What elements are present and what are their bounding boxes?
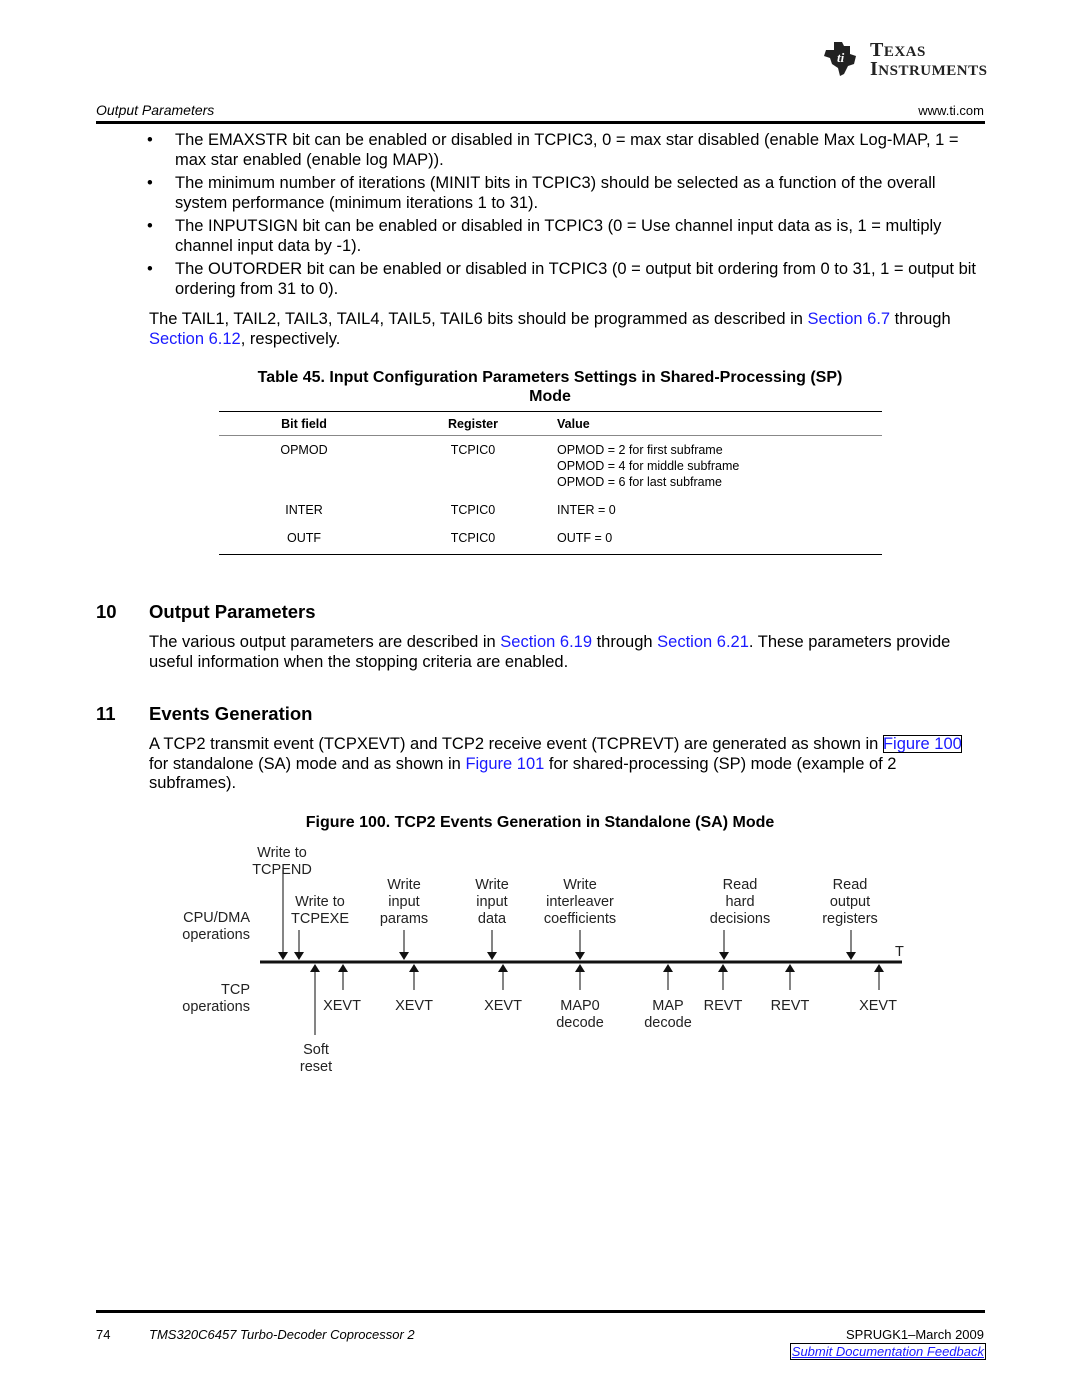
arrow-up-icon (409, 964, 419, 972)
tcp-event-label: XEVT (859, 998, 897, 1014)
arrow-down-icon (278, 952, 288, 960)
bullet-icon: • (147, 217, 153, 235)
cpu-event-label: Write interleaver coefficients (543, 877, 617, 927)
running-header-url[interactable]: www.ti.com (918, 103, 984, 118)
link-figure-100[interactable]: Figure 100 (882, 735, 962, 753)
arrow-down-icon (719, 952, 729, 960)
footer-rule (96, 1310, 985, 1313)
header-rule (96, 121, 985, 124)
tail-paragraph: The TAIL1, TAIL2, TAIL3, TAIL4, TAIL5, T… (149, 310, 951, 348)
bullet-icon: • (147, 174, 153, 192)
arrow-down-icon (399, 952, 409, 960)
bullet-item: • The OUTORDER bit can be enabled or disa… (147, 260, 976, 298)
tcp-row-label: TCP operations (182, 982, 250, 1015)
cpu-event-label: Read hard decisions (709, 877, 771, 927)
table-title: Table 45. Input Configuration Parameters… (257, 369, 843, 405)
section10-paragraph: The various output parameters are descri… (149, 633, 951, 671)
cpu-event-label: Read output registers (822, 877, 878, 927)
bullet-item: • The EMAXSTR bit can be enabled or disab… (147, 131, 959, 169)
bullet-icon: • (147, 131, 153, 149)
ti-logo: ti TEXAS INSTRUMENTS (820, 38, 990, 82)
bullet-item: • The INPUTSIGN bit can be enabled or dis… (147, 217, 942, 255)
cpu-row-label: CPU/DMA operations (182, 910, 250, 943)
bullet-item: • The minimum number of iterations (MINIT… (147, 174, 936, 212)
arrow-up-icon (575, 964, 585, 972)
page-number: 74 (96, 1327, 111, 1342)
arrow-down-icon (294, 952, 304, 960)
arrow-down-icon (487, 952, 497, 960)
brand-line2: INSTRUMENTS (870, 58, 988, 80)
arrow-up-icon (874, 964, 884, 972)
arrow-up-icon (785, 964, 795, 972)
time-axis-label: T (895, 944, 904, 960)
brand-line1: TEXAS (870, 39, 926, 61)
link-section-6-12[interactable]: Section 6.12 (149, 330, 241, 348)
table-row: OUTF TCPIC0 OUTF = 0 (219, 524, 882, 555)
arrow-up-icon (663, 964, 673, 972)
link-section-6-7[interactable]: Section 6.7 (808, 310, 891, 328)
bullet-icon: • (147, 260, 153, 278)
cpu-event-label: Write to TCPEND (252, 845, 312, 878)
svg-text:ti: ti (837, 50, 845, 65)
col-header-bit-field: Bit field (219, 411, 389, 436)
footer-doc-id: SPRUGK1–March 2009 (845, 1327, 984, 1342)
arrow-up-icon (718, 964, 728, 972)
submit-feedback-link[interactable]: Submit Documentation Feedback (789, 1343, 987, 1360)
link-section-6-21[interactable]: Section 6.21 (657, 633, 749, 651)
ti-map-icon: ti (824, 42, 856, 76)
table-row: INTER TCPIC0 INTER = 0 (285, 503, 616, 517)
config-table: Bit field Register Value OPMOD TCPIC0 OP… (219, 411, 882, 555)
col-header-register: Register (389, 411, 557, 436)
arrow-up-icon (498, 964, 508, 972)
bullet-list: • The EMAXSTR bit can be enabled or disab… (147, 131, 977, 303)
tcp-event-label: Soft reset (299, 1042, 333, 1075)
arrow-up-icon (310, 964, 320, 972)
col-header-value: Value (557, 411, 882, 436)
arrow-down-icon (575, 952, 585, 960)
events-timing-diagram: CPU/DMA operations TCP operations T Write … (160, 840, 920, 1090)
figure-title: Figure 100. TCP2 Events Generation in St… (305, 814, 775, 831)
link-figure-101[interactable]: Figure 101 (465, 755, 544, 773)
table-row: OPMOD TCPIC0 OPMOD = 2 for first subfram… (280, 443, 740, 489)
footer-doc-title: TMS320C6457 Turbo-Decoder Coprocessor 2 (149, 1327, 415, 1342)
arrow-up-icon (338, 964, 348, 972)
section-heading-11: 11 Events Generation (96, 703, 313, 724)
link-section-6-19[interactable]: Section 6.19 (500, 633, 592, 651)
running-header-section: Output Parameters (96, 102, 215, 118)
arrow-down-icon (846, 952, 856, 960)
section-heading-10: 10 Output Parameters (96, 601, 316, 622)
section11-paragraph: A TCP2 transmit event (TCPXEVT) and TCP2… (149, 735, 962, 792)
